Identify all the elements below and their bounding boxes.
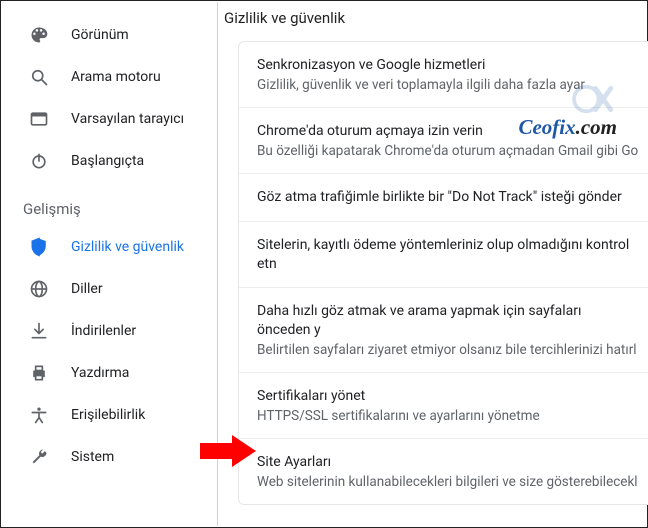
row-subtitle: HTTPS/SSL sertifikalarını ve ayarlarını …	[257, 408, 638, 424]
sidebar-item-browser[interactable]: Varsayılan tarayıcı	[1, 98, 217, 140]
sidebar-item-palette[interactable]: Görünüm	[1, 14, 217, 56]
sidebar-item-globe[interactable]: Diller	[1, 268, 217, 310]
sidebar-item-label: Başlangıçta	[71, 153, 144, 169]
sidebar-item-label: Gizlilik ve güvenlik	[71, 239, 184, 255]
row-title: Site Ayarları	[257, 453, 638, 472]
settings-row[interactable]: Göz atma trafiğimle birlikte bir "Do Not…	[239, 173, 648, 221]
sidebar-item-label: Sistem	[71, 449, 114, 465]
row-title: Chrome'da oturum açmaya izin verin	[257, 122, 638, 141]
sidebar-item-print[interactable]: Yazdırma	[1, 352, 217, 394]
sidebar-item-label: Arama motoru	[71, 69, 161, 85]
row-title: Sitelerin, kayıtlı ödeme yöntemleriniz o…	[257, 236, 638, 274]
shield-icon	[29, 237, 49, 257]
globe-icon	[29, 279, 49, 299]
row-subtitle: Bu özelliği kapatarak Chrome'da oturum a…	[257, 143, 638, 159]
sidebar-item-download[interactable]: İndirilenler	[1, 310, 217, 352]
row-title: Göz atma trafiğimle birlikte bir "Do Not…	[257, 188, 638, 207]
settings-row[interactable]: Senkronizasyon ve Google hizmetleri Gizli…	[239, 42, 648, 107]
settings-row[interactable]: Chrome'da oturum açmaya izin verin Bu öze…	[239, 107, 648, 173]
settings-row[interactable]: Sertifikaları yönet HTTPS/SSL sertifikala…	[239, 372, 648, 438]
power-icon	[29, 151, 49, 171]
settings-row[interactable]: Daha hızlı göz atmak ve arama yapmak içi…	[239, 287, 648, 372]
row-subtitle: Belirtilen sayfaları ziyaret etmiyor ols…	[257, 342, 638, 358]
sidebar-item-search[interactable]: Arama motoru	[1, 56, 217, 98]
sidebar-item-wrench[interactable]: Sistem	[1, 436, 217, 478]
a11y-icon	[29, 405, 49, 425]
settings-row[interactable]: Site Ayarları Web sitelerinin kullanabile…	[239, 438, 648, 504]
row-subtitle: Gizlilik, güvenlik ve veri toplamayla il…	[257, 77, 638, 93]
sidebar-item-label: Varsayılan tarayıcı	[71, 111, 184, 127]
wrench-icon	[29, 447, 49, 467]
settings-card: Senkronizasyon ve Google hizmetleri Gizli…	[238, 41, 648, 505]
sidebar-item-label: İndirilenler	[71, 323, 136, 339]
row-title: Sertifikaları yönet	[257, 387, 638, 406]
row-subtitle: Web sitelerinin kullanabilecekleri bilgi…	[257, 474, 638, 490]
sidebar-item-label: Diller	[71, 281, 103, 297]
row-title: Daha hızlı göz atmak ve arama yapmak içi…	[257, 302, 638, 340]
download-icon	[29, 321, 49, 341]
sidebar-item-shield[interactable]: Gizlilik ve güvenlik	[1, 226, 217, 268]
row-title: Senkronizasyon ve Google hizmetleri	[257, 56, 638, 75]
sidebar-item-a11y[interactable]: Erişilebilirlik	[1, 394, 217, 436]
settings-row[interactable]: Sitelerin, kayıtlı ödeme yöntemleriniz o…	[239, 221, 648, 288]
sidebar-item-power[interactable]: Başlangıçta	[1, 140, 217, 182]
print-icon	[29, 363, 49, 383]
browser-icon	[29, 109, 49, 129]
palette-icon	[29, 25, 49, 45]
content: Gizlilik ve güvenlik Senkronizasyon ve G…	[218, 5, 648, 527]
search-icon	[29, 67, 49, 87]
page-title: Gizlilik ve güvenlik	[220, 5, 648, 41]
sidebar-item-label: Yazdırma	[71, 365, 129, 381]
sidebar-section-advanced: Gelişmiş	[1, 182, 217, 226]
sidebar-item-label: Erişilebilirlik	[71, 407, 145, 423]
sidebar-item-label: Görünüm	[71, 27, 129, 43]
sidebar: Görünüm Arama motoru Varsayılan tarayıcı Ba…	[1, 2, 218, 526]
